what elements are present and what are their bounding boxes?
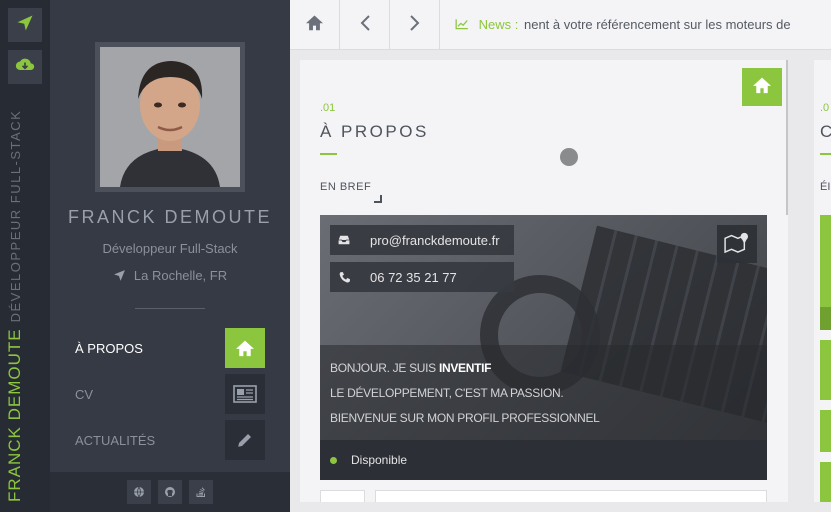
news-label: News :	[478, 17, 519, 32]
news-ticker[interactable]: News : nent à votre référencement sur le…	[455, 17, 791, 32]
vertical-role: DÉVELOPPEUR FULL-STACK	[8, 109, 23, 323]
home-button[interactable]	[290, 0, 340, 50]
section-subtitle: ÉI	[820, 181, 831, 193]
section-title: C	[820, 122, 831, 141]
avatar-frame	[95, 42, 245, 192]
left-rail: FRANCK DEMOUTE DÉVELOPPEUR FULL-STACK	[0, 0, 50, 512]
profile-role: Développeur Full-Stack	[102, 241, 238, 256]
tile[interactable]	[820, 340, 831, 400]
inbox-icon	[330, 234, 358, 246]
intro-highlight: INVENTIF	[438, 361, 492, 375]
section-underline	[820, 153, 831, 155]
intro-line-1: BONJOUR. JE SUIS INVENTIF	[330, 361, 492, 375]
nav-item-label: ACTUALITÉS	[75, 433, 156, 448]
status-text: Disponible	[351, 453, 408, 467]
nav-item-label: CV	[75, 387, 94, 402]
email-chip[interactable]: pro@franckdemoute.fr	[330, 225, 514, 255]
info-cell	[375, 490, 767, 502]
status-dot	[330, 457, 337, 464]
email-text: pro@franckdemoute.fr	[370, 232, 500, 248]
profile-name: FRANCK DEMOUTE	[67, 207, 272, 227]
vertical-title: FRANCK DEMOUTE DÉVELOPPEUR FULL-STACK	[0, 0, 50, 512]
corner-mark	[374, 195, 382, 203]
info-cell	[320, 490, 365, 502]
intro-banner: pro@franckdemoute.fr 06 72 35 21 77 BONJ…	[320, 215, 767, 480]
stack-overflow-icon[interactable]	[189, 480, 213, 504]
map-icon	[724, 231, 750, 258]
globe-icon[interactable]	[127, 480, 151, 504]
about-card: .01 À PROPOS EN BREF pro@franckdemoute.f…	[300, 60, 788, 502]
avatar	[100, 47, 240, 187]
vertical-name: FRANCK DEMOUTE	[5, 328, 24, 502]
chart-line-icon	[455, 17, 473, 32]
top-bar: News : nent à votre référencement sur le…	[290, 0, 831, 50]
news-text: nent à votre référencement sur les moteu…	[523, 17, 791, 32]
location-arrow-icon	[113, 269, 126, 285]
nav-item-news[interactable]: ACTUALITÉS	[50, 420, 290, 460]
prev-button[interactable]	[340, 0, 390, 50]
map-button[interactable]	[717, 225, 757, 263]
tile[interactable]	[820, 410, 831, 452]
card-home-button[interactable]	[742, 68, 782, 106]
phone-chip[interactable]: 06 72 35 21 77	[330, 262, 514, 292]
nav-item-about[interactable]: À PROPOS	[50, 328, 290, 368]
phone-icon	[330, 271, 358, 284]
profile-sidebar: FRANCK DEMOUTE Développeur Full-Stack La…	[50, 0, 290, 512]
phone-text: 06 72 35 21 77	[370, 269, 457, 285]
section-number: .0	[820, 102, 830, 114]
profile-location: La Rochelle, FR	[50, 268, 290, 285]
location-text: La Rochelle, FR	[133, 268, 228, 283]
nav-item-label: À PROPOS	[75, 341, 143, 356]
scrollbar[interactable]	[786, 60, 788, 215]
divider	[135, 308, 205, 309]
intro-line-2: LE DÉVELOPPEMENT, C'EST MA PASSION.	[330, 386, 564, 400]
home-icon	[225, 328, 265, 368]
cursor-dot	[560, 148, 578, 166]
next-button[interactable]	[390, 0, 440, 50]
home-icon	[305, 14, 324, 36]
home-icon	[752, 76, 772, 99]
nav-item-cv[interactable]: CV	[50, 374, 290, 414]
social-links	[50, 472, 290, 512]
section-subtitle: EN BREF	[320, 181, 372, 193]
chevron-right-icon	[409, 14, 421, 37]
pencil-icon	[225, 420, 265, 460]
github-icon[interactable]	[158, 480, 182, 504]
intro-prefix: BONJOUR. JE SUIS	[330, 361, 436, 375]
intro-line-3: BIENVENUE SUR MON PROFIL PROFESSIONNEL	[330, 411, 600, 425]
tile[interactable]	[820, 215, 831, 330]
section-underline	[320, 153, 337, 155]
chevron-left-icon	[359, 14, 371, 37]
tile[interactable]	[820, 462, 831, 502]
section-number: .01	[320, 102, 336, 114]
next-card: .0 C ÉI	[814, 60, 831, 502]
section-title: À PROPOS	[320, 122, 429, 141]
newspaper-icon	[225, 374, 265, 414]
availability-bar: Disponible	[320, 440, 767, 480]
